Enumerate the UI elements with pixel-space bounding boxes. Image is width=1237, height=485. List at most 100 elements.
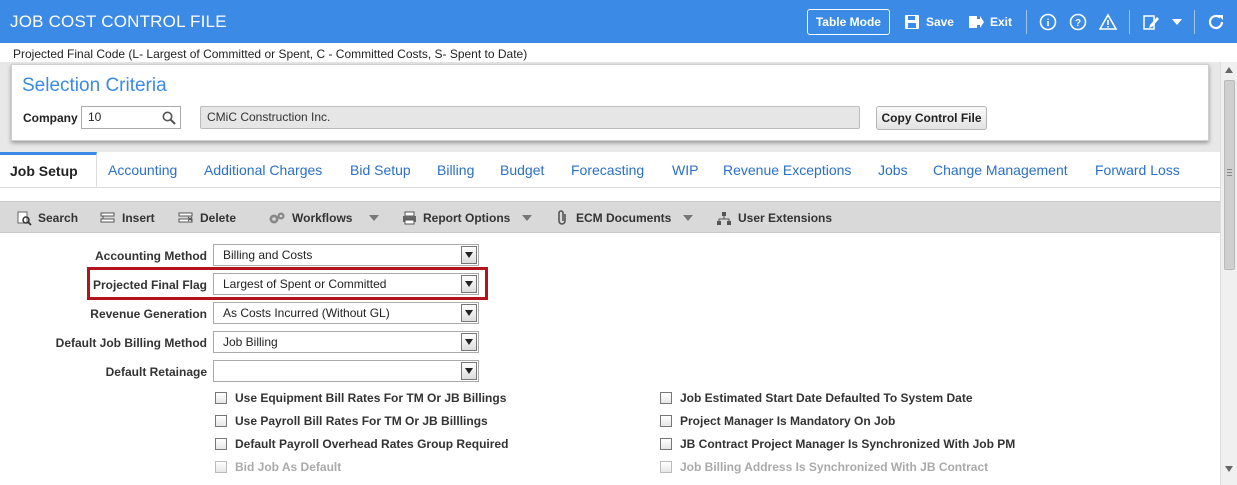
checkbox-box[interactable]	[660, 438, 672, 450]
scroll-down-icon[interactable]	[1225, 466, 1233, 472]
default-retainage-label: Default Retainage	[105, 365, 207, 379]
separator	[1026, 9, 1027, 34]
checkbox-jb-contract-pm-sync[interactable]: JB Contract Project Manager Is Synchroni…	[660, 437, 1015, 451]
checkbox-label: Job Billing Address Is Synchronized With…	[680, 460, 989, 474]
block-toolbar: Search Insert Delete Workflows Report Op…	[0, 201, 1220, 233]
tab-job-setup[interactable]: Job Setup	[0, 152, 97, 187]
checkbox-label: Bid Job As Default	[235, 460, 342, 474]
chevron-down-icon[interactable]	[369, 214, 379, 222]
workflows-label: Workflows	[292, 211, 353, 225]
checkbox-job-estimated-start-date[interactable]: Job Estimated Start Date Defaulted To Sy…	[660, 391, 973, 405]
checkbox-label: Use Equipment Bill Rates For TM Or JB Bi…	[235, 391, 507, 405]
help-icon[interactable]: ?	[1069, 13, 1087, 31]
checkbox-box	[215, 461, 227, 473]
search-button[interactable]: Search	[17, 202, 78, 234]
insert-button[interactable]: Insert	[100, 202, 155, 234]
insert-label: Insert	[122, 211, 155, 225]
separator	[1194, 9, 1195, 34]
save-button[interactable]: Save	[904, 14, 954, 30]
checkbox-box	[660, 461, 672, 473]
chevron-down-icon[interactable]	[683, 214, 693, 222]
printer-icon	[403, 211, 416, 225]
checkbox-box[interactable]	[660, 392, 672, 404]
tab-additional-charges[interactable]: Additional Charges	[204, 152, 322, 187]
search-icon	[17, 211, 32, 226]
tab-accounting[interactable]: Accounting	[108, 152, 177, 187]
attachment-icon	[558, 210, 566, 225]
revenue-generation-select[interactable]: As Costs Incurred (Without GL)	[213, 302, 479, 324]
search-label: Search	[38, 211, 79, 225]
copy-control-file-button[interactable]: Copy Control File	[876, 106, 987, 130]
hierarchy-icon	[717, 211, 731, 225]
vertical-scrollbar[interactable]	[1220, 62, 1237, 485]
tab-billing[interactable]: Billing	[437, 152, 474, 187]
tab-change-management[interactable]: Change Management	[933, 152, 1068, 187]
checkbox-label: JB Contract Project Manager Is Synchroni…	[680, 437, 1016, 451]
header-actions: Table Mode Save Exit i ?	[806, 0, 1237, 43]
dropdown-arrow-icon[interactable]	[461, 246, 477, 264]
checkbox-use-payroll-bill-rates[interactable]: Use Payroll Bill Rates For TM Or JB Bill…	[215, 414, 488, 428]
checkbox-use-equipment-bill-rates[interactable]: Use Equipment Bill Rates For TM Or JB Bi…	[215, 391, 506, 405]
svg-text:i: i	[1047, 18, 1050, 29]
revenue-generation-value: As Costs Incurred (Without GL)	[223, 306, 390, 320]
checkbox-bid-job-as-default: Bid Job As Default	[215, 460, 341, 474]
checkbox-project-manager-mandatory[interactable]: Project Manager Is Mandatory On Job	[660, 414, 895, 428]
checkbox-box[interactable]	[215, 392, 227, 404]
accounting-method-select[interactable]: Billing and Costs	[213, 244, 479, 266]
checkbox-box[interactable]	[215, 415, 227, 427]
refresh-icon[interactable]	[1207, 13, 1225, 31]
warning-icon[interactable]	[1099, 12, 1117, 31]
tab-jobs[interactable]: Jobs	[878, 152, 908, 187]
dropdown-arrow-icon[interactable]	[461, 304, 477, 322]
workflows-button[interactable]: Workflows	[268, 202, 352, 234]
exit-icon	[968, 15, 984, 28]
app-header: JOB COST CONTROL FILE Table Mode Save Ex…	[0, 0, 1237, 43]
scrollbar-thumb[interactable]	[1224, 80, 1235, 270]
chevron-down-icon[interactable]	[1172, 18, 1182, 26]
selection-criteria-region: Selection Criteria Company 10 CMiC Const…	[0, 62, 1220, 152]
user-extensions-button[interactable]: User Extensions	[716, 202, 832, 234]
default-job-billing-method-select[interactable]: Job Billing	[213, 331, 479, 353]
tab-budget[interactable]: Budget	[500, 152, 544, 187]
tab-forecasting[interactable]: Forecasting	[571, 152, 644, 187]
workflow-gears-icon	[269, 212, 285, 223]
table-mode-button[interactable]: Table Mode	[806, 8, 890, 35]
info-icon[interactable]: i	[1039, 13, 1057, 31]
revenue-generation-label: Revenue Generation	[90, 307, 207, 321]
tab-wip[interactable]: WIP	[672, 152, 698, 187]
chevron-down-icon[interactable]	[522, 214, 532, 222]
search-icon[interactable]	[162, 111, 176, 128]
exit-label: Exit	[989, 14, 1012, 29]
checkbox-label: Job Estimated Start Date Defaulted To Sy…	[680, 391, 973, 405]
separator	[1129, 9, 1130, 34]
ecm-documents-label: ECM Documents	[576, 211, 672, 225]
checkbox-box[interactable]	[660, 415, 672, 427]
company-label: Company	[23, 111, 78, 125]
scroll-grip	[1227, 169, 1232, 170]
edit-icon[interactable]	[1142, 13, 1160, 31]
tab-revenue-exceptions[interactable]: Revenue Exceptions	[723, 152, 851, 187]
accounting-method-value: Billing and Costs	[223, 248, 313, 262]
dropdown-arrow-icon[interactable]	[461, 362, 477, 380]
highlight-box	[87, 267, 488, 300]
floppy-icon	[904, 14, 919, 29]
panel-title: Selection Criteria	[22, 75, 167, 96]
report-options-button[interactable]: Report Options	[402, 202, 510, 234]
ecm-documents-button[interactable]: ECM Documents	[556, 202, 671, 234]
tab-bid-setup[interactable]: Bid Setup	[350, 152, 411, 187]
selection-criteria-panel: Selection Criteria Company 10 CMiC Const…	[11, 64, 1209, 141]
checkbox-default-payroll-overhead[interactable]: Default Payroll Overhead Rates Group Req…	[215, 437, 508, 451]
svg-text:?: ?	[1075, 18, 1081, 29]
dropdown-arrow-icon[interactable]	[461, 333, 477, 351]
checkbox-box[interactable]	[215, 438, 227, 450]
scroll-up-icon[interactable]	[1225, 67, 1233, 73]
checkbox-label: Project Manager Is Mandatory On Job	[680, 414, 896, 428]
exit-button[interactable]: Exit	[968, 14, 1012, 30]
company-input[interactable]: 10	[81, 106, 181, 129]
company-value: 10	[88, 110, 102, 124]
tab-forward-loss[interactable]: Forward Loss	[1095, 152, 1180, 187]
insert-row-icon	[100, 212, 115, 223]
app-title: JOB COST CONTROL FILE	[10, 11, 227, 31]
delete-button[interactable]: Delete	[178, 202, 236, 234]
default-retainage-select[interactable]	[213, 360, 479, 382]
